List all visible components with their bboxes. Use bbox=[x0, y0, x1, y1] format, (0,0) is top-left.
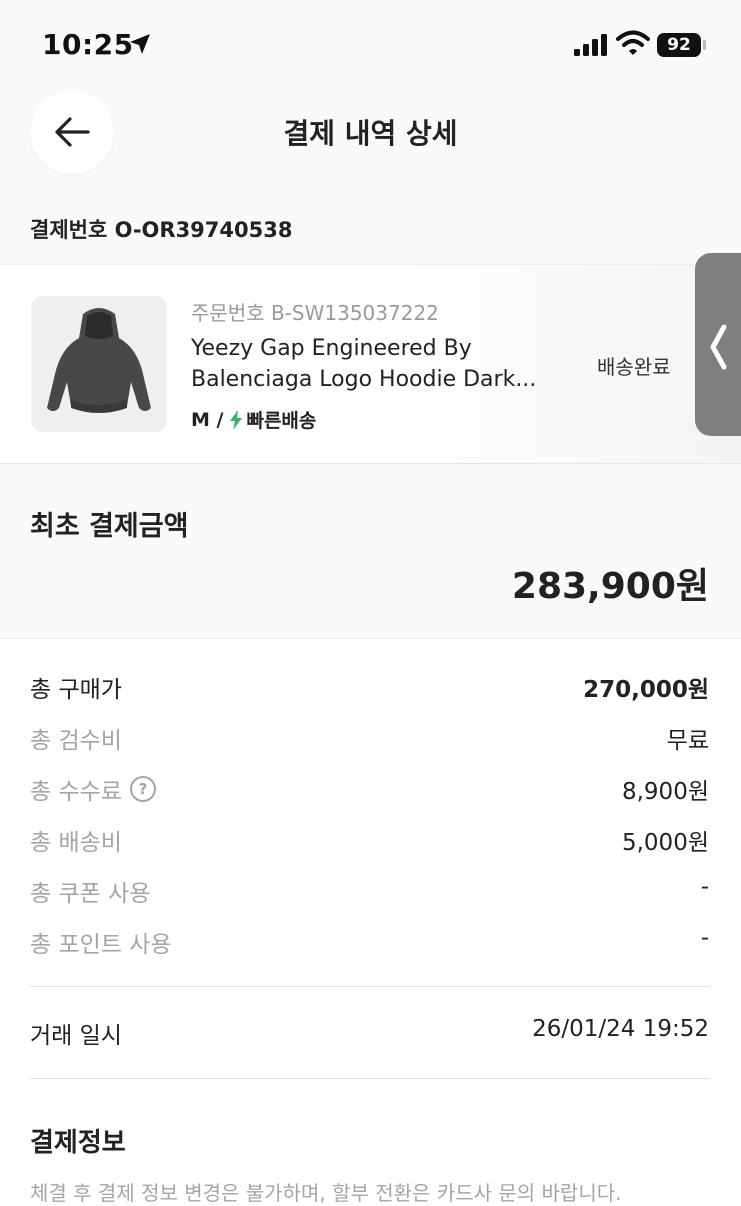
status-bar: 10:25 92 bbox=[0, 0, 741, 90]
divider bbox=[30, 986, 710, 987]
initial-payment-section: 최초 결제금액 283,900원 bbox=[0, 464, 741, 639]
product-size: M / bbox=[191, 408, 224, 431]
product-options: M / 빠른배송 bbox=[191, 406, 316, 433]
breakdown-row: 총 포인트 사용 - bbox=[0, 915, 741, 966]
breakdown-label: 총 수수료 bbox=[30, 779, 122, 805]
breakdown-value: 8,900원 bbox=[621, 779, 709, 805]
payment-info-title: 결제정보 bbox=[30, 1128, 126, 1158]
breakdown-row: 총 검수비 무료 bbox=[0, 711, 741, 762]
fast-shipping-label: 빠른배송 bbox=[246, 410, 317, 432]
product-name: Yeezy Gap Engineered By Balenciaga Logo … bbox=[191, 333, 571, 395]
help-circle-icon[interactable]: ? bbox=[129, 776, 156, 802]
product-image bbox=[31, 296, 167, 432]
breakdown-value: - bbox=[700, 874, 709, 900]
breakdown-label: 총 검수비 bbox=[30, 728, 122, 754]
breakdown-label-with-help: 총 수수료 ? bbox=[30, 772, 156, 806]
divider bbox=[30, 1078, 710, 1079]
payment-number: 결제번호 O-OR39740538 bbox=[30, 218, 293, 242]
breakdown-value: - bbox=[700, 925, 709, 951]
trade-datetime-value: 26/01/24 19:52 bbox=[532, 1016, 709, 1042]
chevron-left-icon bbox=[710, 324, 727, 370]
trade-datetime-label: 거래 일시 bbox=[30, 1023, 122, 1049]
product-name-line-2: Balenciaga Logo Hoodie Dark... bbox=[191, 367, 537, 392]
breakdown-row: 총 쿠폰 사용 - bbox=[0, 864, 741, 915]
battery-tip bbox=[703, 40, 706, 50]
initial-payment-amount: 283,900원 bbox=[511, 566, 709, 607]
page-title: 결제 내역 상세 bbox=[283, 117, 458, 150]
payment-breakdown: 총 구매가 270,000원 총 검수비 무료 총 수수료 ? 8,900원 총… bbox=[0, 660, 741, 966]
breakdown-label: 총 구매가 bbox=[30, 677, 122, 703]
hoodie-image bbox=[31, 296, 167, 432]
breakdown-row: 총 구매가 270,000원 bbox=[0, 660, 741, 711]
breakdown-value: 5,000원 bbox=[621, 830, 709, 856]
location-arrow-icon bbox=[130, 34, 150, 54]
lightning-icon bbox=[230, 409, 243, 430]
signal-icon bbox=[574, 34, 607, 56]
payment-number-bar: 결제번호 O-OR39740538 bbox=[0, 180, 741, 265]
breakdown-label: 총 쿠폰 사용 bbox=[30, 881, 151, 907]
breakdown-value: 270,000원 bbox=[583, 677, 709, 703]
header: 결제 내역 상세 bbox=[0, 90, 741, 180]
product-name-line-1: Yeezy Gap Engineered By bbox=[191, 336, 472, 361]
product-card[interactable]: 주문번호 B-SW135037222 Yeezy Gap Engineered … bbox=[0, 265, 741, 464]
breakdown-label: 총 포인트 사용 bbox=[30, 932, 172, 958]
breakdown-value: 무료 bbox=[666, 728, 709, 754]
breakdown-row: 총 수수료 ? 8,900원 bbox=[0, 762, 741, 813]
initial-payment-label: 최초 결제금액 bbox=[30, 511, 189, 542]
breakdown-row: 총 배송비 5,000원 bbox=[0, 813, 741, 864]
wifi-icon bbox=[616, 30, 650, 55]
order-number: 주문번호 B-SW135037222 bbox=[191, 301, 439, 325]
breakdown-label: 총 배송비 bbox=[30, 830, 122, 856]
battery-icon: 92 bbox=[657, 33, 701, 57]
status-time: 10:25 bbox=[42, 28, 134, 61]
delivery-status: 배송완료 bbox=[597, 355, 671, 379]
payment-info-notice: 체결 후 결제 정보 변경은 불가하며, 할부 전환은 카드사 문의 바랍니다. bbox=[30, 1181, 622, 1205]
